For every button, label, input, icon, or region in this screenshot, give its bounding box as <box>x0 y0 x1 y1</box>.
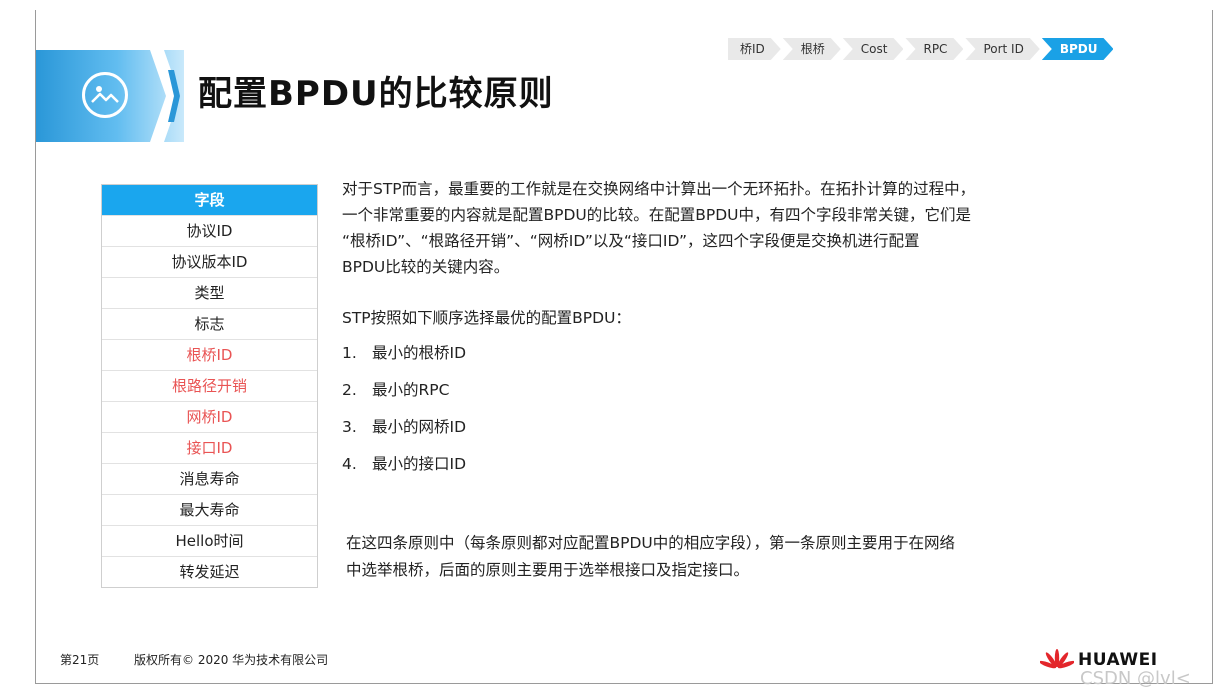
page-number: 第21页 <box>60 653 100 667</box>
field-port-id: 接口ID <box>102 432 317 463</box>
rule-text: 最小的接口ID <box>372 455 467 473</box>
summary-paragraph: 在这四条原则中（每条原则都对应配置BPDU中的相应字段），第一条原则主要用于在网… <box>346 530 1146 584</box>
field-forward-delay: 转发延迟 <box>102 556 317 587</box>
header-chevron-icon <box>150 50 180 142</box>
list-item: 4. 最小的接口ID <box>342 449 466 486</box>
breadcrumb-item-bpdu[interactable]: BPDU <box>1042 38 1114 60</box>
copyright-text: 版权所有© 2020 华为技术有限公司 <box>134 653 329 667</box>
list-item: 1. 最小的根桥ID <box>342 338 466 375</box>
order-intro: STP按照如下顺序选择最优的配置BPDU： <box>342 309 631 327</box>
rule-text: 最小的根桥ID <box>372 344 467 362</box>
field-flags: 标志 <box>102 308 317 339</box>
intro-line: BPDU比较的关键内容。 <box>342 258 510 276</box>
list-item: 3. 最小的网桥ID <box>342 412 466 449</box>
list-item: 2. 最小的RPC <box>342 375 466 412</box>
rule-text: 最小的网桥ID <box>372 418 467 436</box>
intro-line: “根桥ID”、“根路径开销”、“网桥ID”以及“接口ID”，这四个字段便是交换机… <box>342 232 920 250</box>
page-title: 配置BPDU的比较原则 <box>198 74 554 114</box>
rule-number: 2. <box>342 381 357 399</box>
intro-line: 对于STP而言，最重要的工作就是在交换网络中计算出一个无环拓扑。在拓扑计算的过程… <box>342 180 976 198</box>
field-protocol-id: 协议ID <box>102 215 317 246</box>
field-protocol-version-id: 协议版本ID <box>102 246 317 277</box>
breadcrumb: 桥ID 根桥 Cost RPC Port ID BPDU <box>728 38 1115 60</box>
summary-line: 中选举根桥，后面的原则主要用于选举根接口及指定接口。 <box>346 561 750 579</box>
intro-line: 一个非常重要的内容就是配置BPDU的比较。在配置BPDU中，有四个字段非常关键，… <box>342 206 972 224</box>
brand-name: HUAWEI <box>1078 650 1158 670</box>
breadcrumb-item-rpc[interactable]: RPC <box>905 38 963 60</box>
huawei-logo-icon <box>1040 649 1074 669</box>
field-root-bridge-id: 根桥ID <box>102 339 317 370</box>
field-hello-time: Hello时间 <box>102 525 317 556</box>
watermark: CSDN @lvl< <box>1080 668 1191 689</box>
bpdu-field-list: 字段 协议ID 协议版本ID 类型 标志 根桥ID 根路径开销 网桥ID 接口I… <box>101 184 318 588</box>
breadcrumb-item-bridge-id[interactable]: 桥ID <box>728 38 781 60</box>
field-root-path-cost: 根路径开销 <box>102 370 317 401</box>
summary-line: 在这四条原则中（每条原则都对应配置BPDU中的相应字段），第一条原则主要用于在网… <box>346 534 956 552</box>
field-max-age: 最大寿命 <box>102 494 317 525</box>
field-bridge-id: 网桥ID <box>102 401 317 432</box>
rule-text: 最小的RPC <box>372 381 450 399</box>
rules-list: 1. 最小的根桥ID 2. 最小的RPC 3. 最小的网桥ID 4. 最小的接口… <box>342 338 466 486</box>
rule-number: 3. <box>342 418 357 436</box>
image-icon <box>82 72 128 118</box>
field-list-header: 字段 <box>102 185 317 215</box>
field-message-age: 消息寿命 <box>102 463 317 494</box>
breadcrumb-item-root-bridge[interactable]: 根桥 <box>783 38 841 60</box>
breadcrumb-item-port-id[interactable]: Port ID <box>965 38 1039 60</box>
rule-number: 4. <box>342 455 357 473</box>
field-type: 类型 <box>102 277 317 308</box>
rule-number: 1. <box>342 344 357 362</box>
intro-paragraph: 对于STP而言，最重要的工作就是在交换网络中计算出一个无环拓扑。在拓扑计算的过程… <box>342 176 1154 280</box>
breadcrumb-item-cost[interactable]: Cost <box>843 38 904 60</box>
